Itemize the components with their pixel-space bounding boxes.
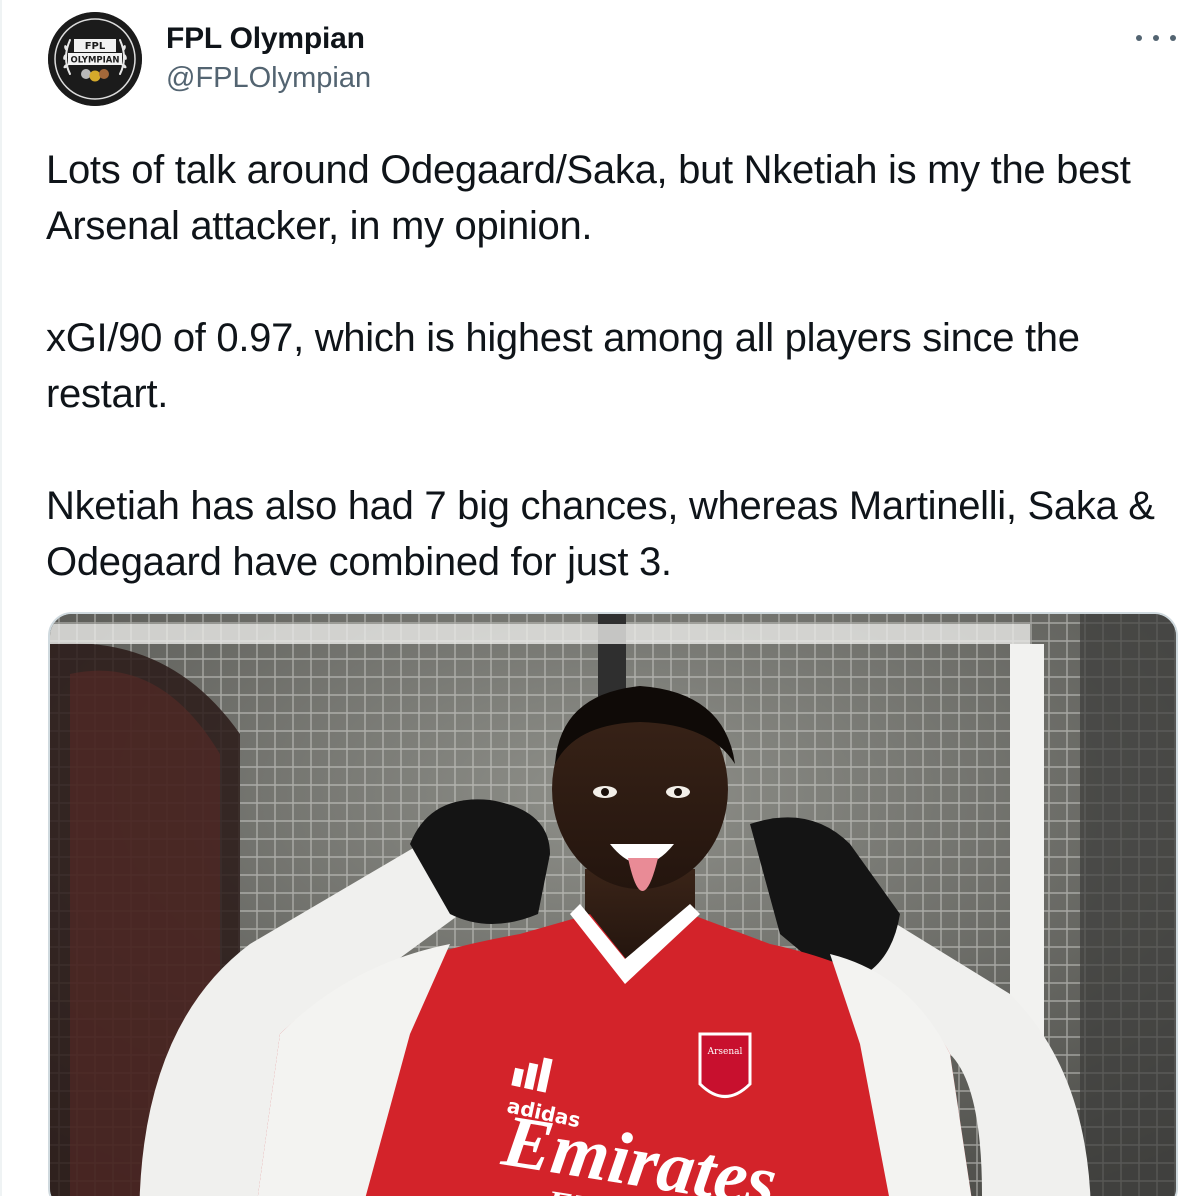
- player-celebration-photo: adidas Arsenal Emirates FLY BETTER: [50, 614, 1176, 1196]
- avatar-text-top: FPL: [85, 41, 106, 52]
- avatar[interactable]: FPL OLYMPIAN: [48, 12, 142, 106]
- dot: [1136, 35, 1142, 41]
- tweet-card[interactable]: FPL OLYMPIAN FPL Olympian @FPLOlympian L…: [0, 0, 1198, 1196]
- dot: [1170, 35, 1176, 41]
- tweet-media-photo[interactable]: adidas Arsenal Emirates FLY BETTER: [48, 612, 1178, 1196]
- tweet-paragraph: xGI/90 of 0.97, which is highest among a…: [46, 316, 1080, 416]
- fpl-olympian-logo: FPL OLYMPIAN: [48, 12, 142, 106]
- more-horizontal-icon[interactable]: [1136, 26, 1176, 50]
- crest-text: Arsenal: [707, 1047, 743, 1057]
- avatar-text-bottom: OLYMPIAN: [70, 56, 119, 66]
- author-display-name[interactable]: FPL Olympian: [166, 22, 365, 56]
- tweet-paragraph: Nketiah has also had 7 big chances, wher…: [46, 484, 1155, 584]
- author-handle[interactable]: @FPLOlympian: [166, 62, 371, 95]
- dot: [1153, 35, 1159, 41]
- tweet-text: Lots of talk around Odegaard/Saka, but N…: [46, 142, 1186, 590]
- tweet-paragraph: Lots of talk around Odegaard/Saka, but N…: [46, 148, 1131, 248]
